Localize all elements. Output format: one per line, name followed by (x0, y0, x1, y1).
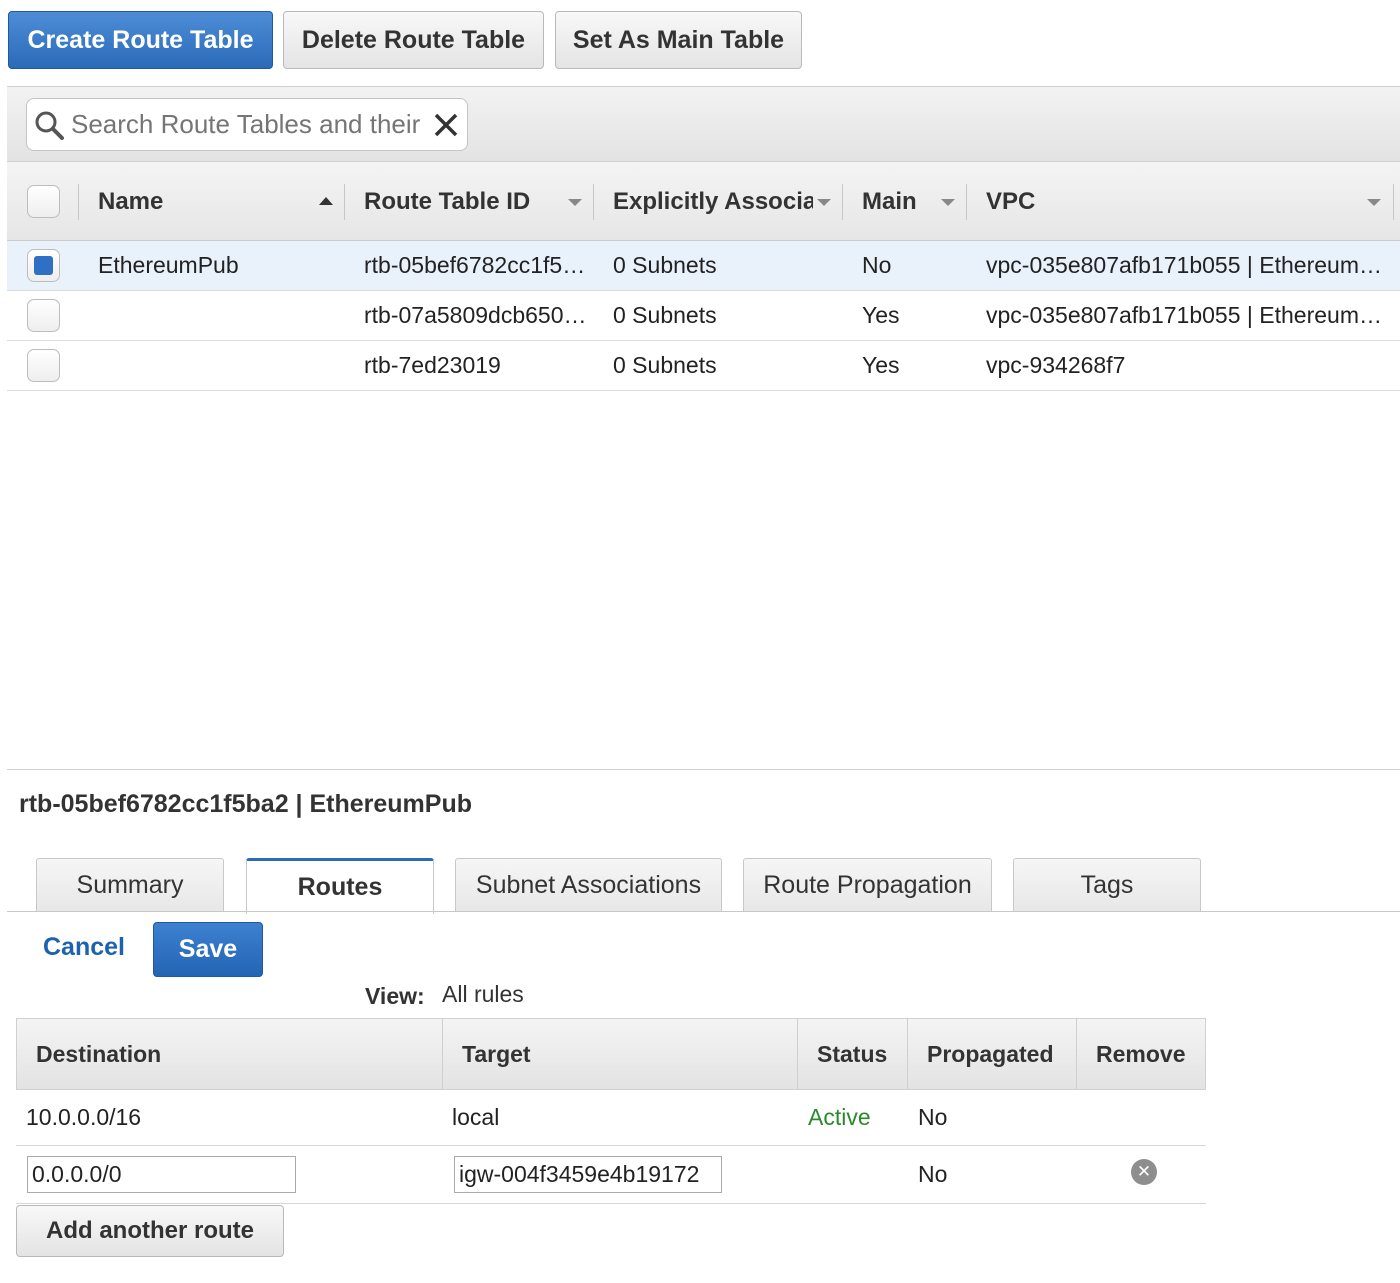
cell-explicitly-associated: 0 Subnets (613, 352, 717, 378)
add-route-button[interactable]: Add another route (16, 1205, 284, 1257)
delete-route-table-button[interactable]: Delete Route Table (283, 11, 544, 69)
cell-vpc: vpc-035e807afb171b055 | Ethereum… (986, 302, 1382, 328)
tab-summary[interactable]: Summary (36, 858, 224, 912)
table-row[interactable]: EthereumPub rtb-05bef6782cc1f5… 0 Subnet… (7, 241, 1400, 291)
cancel-link[interactable]: Cancel (43, 933, 125, 962)
cell-status: Active (808, 1104, 871, 1130)
cell-propagated: No (918, 1161, 948, 1187)
column-status: Status (817, 1040, 888, 1067)
row-checkbox[interactable] (27, 249, 60, 282)
search-input[interactable] (71, 109, 431, 140)
table-row[interactable]: rtb-07a5809dcb650… 0 Subnets Yes vpc-035… (7, 291, 1400, 341)
column-route-table-id[interactable]: Route Table ID (364, 162, 530, 241)
column-main[interactable]: Main (862, 162, 917, 241)
routes-table-header: Destination Target Status Propagated Rem… (16, 1018, 1206, 1090)
create-route-table-label: Create Route Table (27, 25, 254, 54)
row-checkbox[interactable] (27, 299, 60, 332)
tab-route-propagation[interactable]: Route Propagation (743, 858, 992, 912)
cell-name: EthereumPub (98, 252, 239, 278)
route-row: No (16, 1146, 1206, 1204)
clear-icon[interactable] (431, 112, 461, 138)
row-checkbox[interactable] (27, 349, 60, 382)
save-button[interactable]: Save (153, 922, 263, 977)
route-tables-header: Name Route Table ID Explicitly Associat … (7, 162, 1400, 241)
tab-routes[interactable]: Routes (246, 858, 434, 914)
cell-route-table-id: rtb-7ed23019 (364, 352, 501, 378)
delete-route-table-label: Delete Route Table (301, 25, 526, 54)
view-label: View: (365, 983, 425, 1009)
set-main-table-button[interactable]: Set As Main Table (555, 11, 802, 69)
cell-destination: 10.0.0.0/16 (26, 1104, 142, 1130)
select-all-checkbox[interactable] (27, 185, 60, 218)
destination-input[interactable] (27, 1156, 296, 1193)
cell-explicitly-associated: 0 Subnets (613, 252, 717, 278)
search-box[interactable] (26, 98, 468, 151)
column-propagated: Propagated (927, 1040, 1054, 1067)
create-route-table-button[interactable]: Create Route Table (8, 11, 273, 69)
cell-vpc: vpc-035e807afb171b055 | Ethereum… (986, 252, 1382, 278)
cell-vpc: vpc-934268f7 (986, 352, 1126, 378)
cell-route-table-id: rtb-05bef6782cc1f5… (364, 252, 586, 278)
search-icon (27, 109, 71, 141)
detail-title: rtb-05bef6782cc1f5ba2 | EthereumPub (19, 790, 473, 818)
sort-desc-icon[interactable] (817, 199, 831, 206)
route-row: 10.0.0.0/16 local Active No (16, 1090, 1206, 1146)
column-vpc[interactable]: VPC (986, 162, 1035, 241)
cell-main: Yes (862, 352, 900, 378)
cell-explicitly-associated: 0 Subnets (613, 302, 717, 328)
table-row[interactable]: rtb-7ed23019 0 Subnets Yes vpc-934268f7 (7, 341, 1400, 391)
cell-main: Yes (862, 302, 900, 328)
view-filter[interactable]: All rules (442, 981, 524, 1008)
column-target: Target (462, 1040, 531, 1067)
sort-desc-icon[interactable] (1367, 199, 1381, 206)
tab-subnet-associations[interactable]: Subnet Associations (455, 858, 722, 912)
cell-name (98, 341, 338, 390)
target-input[interactable] (454, 1156, 722, 1193)
remove-icon[interactable]: ✕ (1131, 1159, 1157, 1185)
column-remove: Remove (1096, 1040, 1186, 1067)
sort-asc-icon[interactable] (319, 197, 333, 205)
tab-tags[interactable]: Tags (1013, 858, 1201, 912)
set-main-table-label: Set As Main Table (572, 25, 785, 54)
column-name[interactable]: Name (98, 162, 163, 241)
tab-bar-line (7, 911, 1400, 912)
sort-desc-icon[interactable] (941, 199, 955, 206)
pane-divider[interactable] (7, 769, 1400, 770)
cell-main: No (862, 252, 892, 278)
cell-target: local (452, 1104, 500, 1130)
cell-propagated: No (918, 1104, 948, 1130)
column-explicitly-associated[interactable]: Explicitly Associat (613, 162, 813, 241)
sort-desc-icon[interactable] (568, 199, 582, 206)
cell-name (98, 291, 338, 340)
cell-route-table-id: rtb-07a5809dcb650… (364, 302, 587, 328)
column-destination: Destination (36, 1040, 162, 1067)
